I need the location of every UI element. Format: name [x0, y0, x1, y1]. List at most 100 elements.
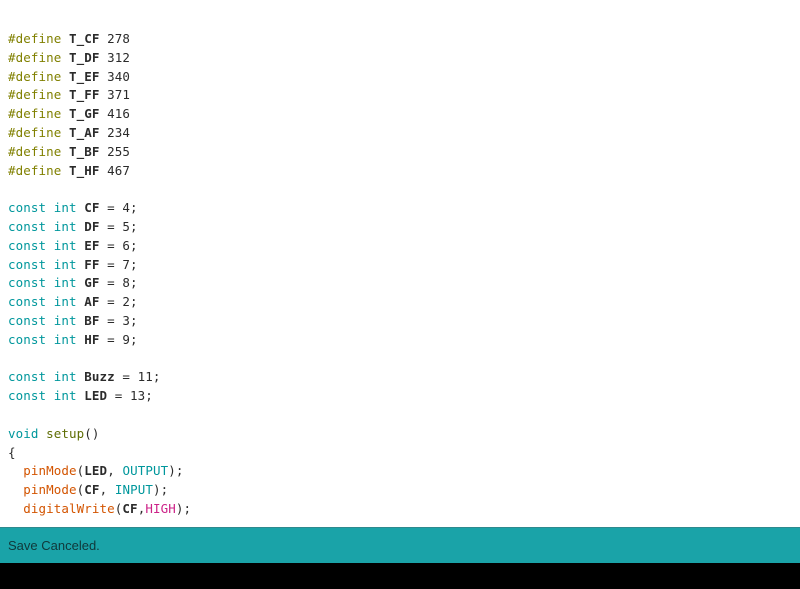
code-token: , — [99, 482, 115, 498]
status-message: Save Canceled. — [8, 538, 100, 553]
code-token: T_HF — [69, 162, 100, 178]
code-line-define-t-af[interactable]: #define T_AF 234 — [0, 124, 800, 143]
code-line-const-ef[interactable]: const int EF = 6; — [0, 237, 800, 256]
code-line-digitalwrite-cf-high[interactable]: digitalWrite(CF,HIGH); — [0, 500, 800, 519]
code-token: = 8; — [99, 275, 138, 291]
code-line-const-hf[interactable]: const int HF = 9; — [0, 331, 800, 350]
code-token: 255 — [99, 143, 131, 159]
code-token: = 13; — [107, 388, 153, 404]
code-token: GF — [84, 275, 100, 291]
code-token: pinMode — [23, 463, 77, 479]
arduino-ide-window: #define T_CF 278 #define T_DF 312 #define … — [0, 0, 800, 589]
code-line-list: #define T_CF 278 #define T_DF 312 #define … — [0, 30, 800, 519]
code-token: const int — [8, 294, 77, 310]
code-line-define-t-df[interactable]: #define T_DF 312 — [0, 49, 800, 68]
code-token: #define — [8, 87, 62, 103]
code-token: { — [8, 444, 16, 460]
code-line-define-t-hf[interactable]: #define T_HF 467 — [0, 162, 800, 181]
code-line-define-t-ff[interactable]: #define T_FF 371 — [0, 86, 800, 105]
code-token: setup — [46, 425, 85, 441]
code-line-const-df[interactable]: const int DF = 5; — [0, 218, 800, 237]
code-token: Buzz — [84, 369, 115, 385]
code-token: = 5; — [99, 218, 138, 234]
code-token: const int — [8, 256, 77, 272]
code-token: = 4; — [99, 200, 138, 216]
code-token: T_DF — [69, 49, 100, 65]
code-token: const int — [8, 388, 77, 404]
code-token: = 11; — [114, 369, 161, 385]
code-token: T_EF — [69, 68, 100, 84]
code-line-define-t-cf[interactable]: #define T_CF 278 — [0, 30, 800, 49]
code-token: AF — [84, 294, 100, 310]
code-line-define-t-bf[interactable]: #define T_BF 255 — [0, 143, 800, 162]
status-bar: Save Canceled. — [0, 527, 800, 563]
code-line-const-bf[interactable]: const int BF = 3; — [0, 312, 800, 331]
code-token: = 2; — [99, 294, 138, 310]
code-token: 416 — [99, 106, 131, 122]
code-token: 234 — [99, 124, 131, 140]
code-editor[interactable]: #define T_CF 278 #define T_DF 312 #define … — [0, 0, 800, 527]
code-token: #define — [8, 31, 62, 46]
code-token: 312 — [99, 49, 131, 65]
code-token: T_AF — [69, 124, 100, 140]
code-token: void — [8, 425, 39, 441]
code-token: 340 — [99, 68, 131, 84]
code-line-const-cf[interactable]: const int CF = 4; — [0, 199, 800, 218]
code-token: = 3; — [99, 312, 138, 328]
code-token: LED — [84, 463, 108, 479]
code-line-setup-signature[interactable]: void setup() — [0, 425, 800, 444]
code-token: 467 — [99, 162, 131, 178]
code-token: ); — [175, 500, 192, 516]
code-token: #define — [8, 49, 62, 65]
code-token: OUTPUT — [122, 463, 169, 479]
code-token: #define — [8, 143, 62, 159]
code-token: = 9; — [99, 331, 138, 347]
code-token: = 6; — [99, 237, 138, 253]
code-token: BF — [84, 312, 100, 328]
code-token: const int — [8, 275, 77, 291]
code-token: T_GF — [69, 106, 100, 122]
code-token: INPUT — [114, 482, 153, 498]
code-token: CF — [84, 200, 100, 216]
code-line-const-led[interactable]: const int LED = 13; — [0, 387, 800, 406]
code-line-setup-open-brace[interactable]: { — [0, 444, 800, 463]
code-line-define-t-ef[interactable]: #define T_EF 340 — [0, 68, 800, 87]
code-token: pinMode — [23, 482, 77, 498]
code-token: #define — [8, 124, 62, 140]
code-line-blank-3[interactable] — [0, 406, 800, 425]
code-line-blank-2[interactable] — [0, 350, 800, 369]
code-token: = 7; — [99, 256, 138, 272]
code-line-pinmode-led-output[interactable]: pinMode(LED, OUTPUT); — [0, 462, 800, 481]
code-token: digitalWrite — [23, 500, 115, 516]
console-output-area[interactable] — [0, 563, 800, 589]
code-token: T_BF — [69, 143, 100, 159]
code-line-const-gf[interactable]: const int GF = 8; — [0, 274, 800, 293]
code-line-blank-1[interactable] — [0, 180, 800, 199]
code-token: const int — [8, 369, 77, 385]
code-token: () — [84, 425, 100, 441]
code-token: const int — [8, 237, 77, 253]
code-line-pinmode-cf-input[interactable]: pinMode(CF, INPUT); — [0, 481, 800, 500]
code-token: HF — [84, 331, 100, 347]
code-token: const int — [8, 218, 77, 234]
code-token: T_CF — [69, 31, 100, 46]
code-token: CF — [84, 482, 100, 498]
code-token: #define — [8, 106, 62, 122]
code-line-define-t-gf[interactable]: #define T_GF 416 — [0, 105, 800, 124]
code-token: T_FF — [69, 87, 100, 103]
code-token: FF — [84, 256, 100, 272]
code-line-const-ff[interactable]: const int FF = 7; — [0, 256, 800, 275]
code-line-const-af[interactable]: const int AF = 2; — [0, 293, 800, 312]
code-line-const-buzz[interactable]: const int Buzz = 11; — [0, 368, 800, 387]
